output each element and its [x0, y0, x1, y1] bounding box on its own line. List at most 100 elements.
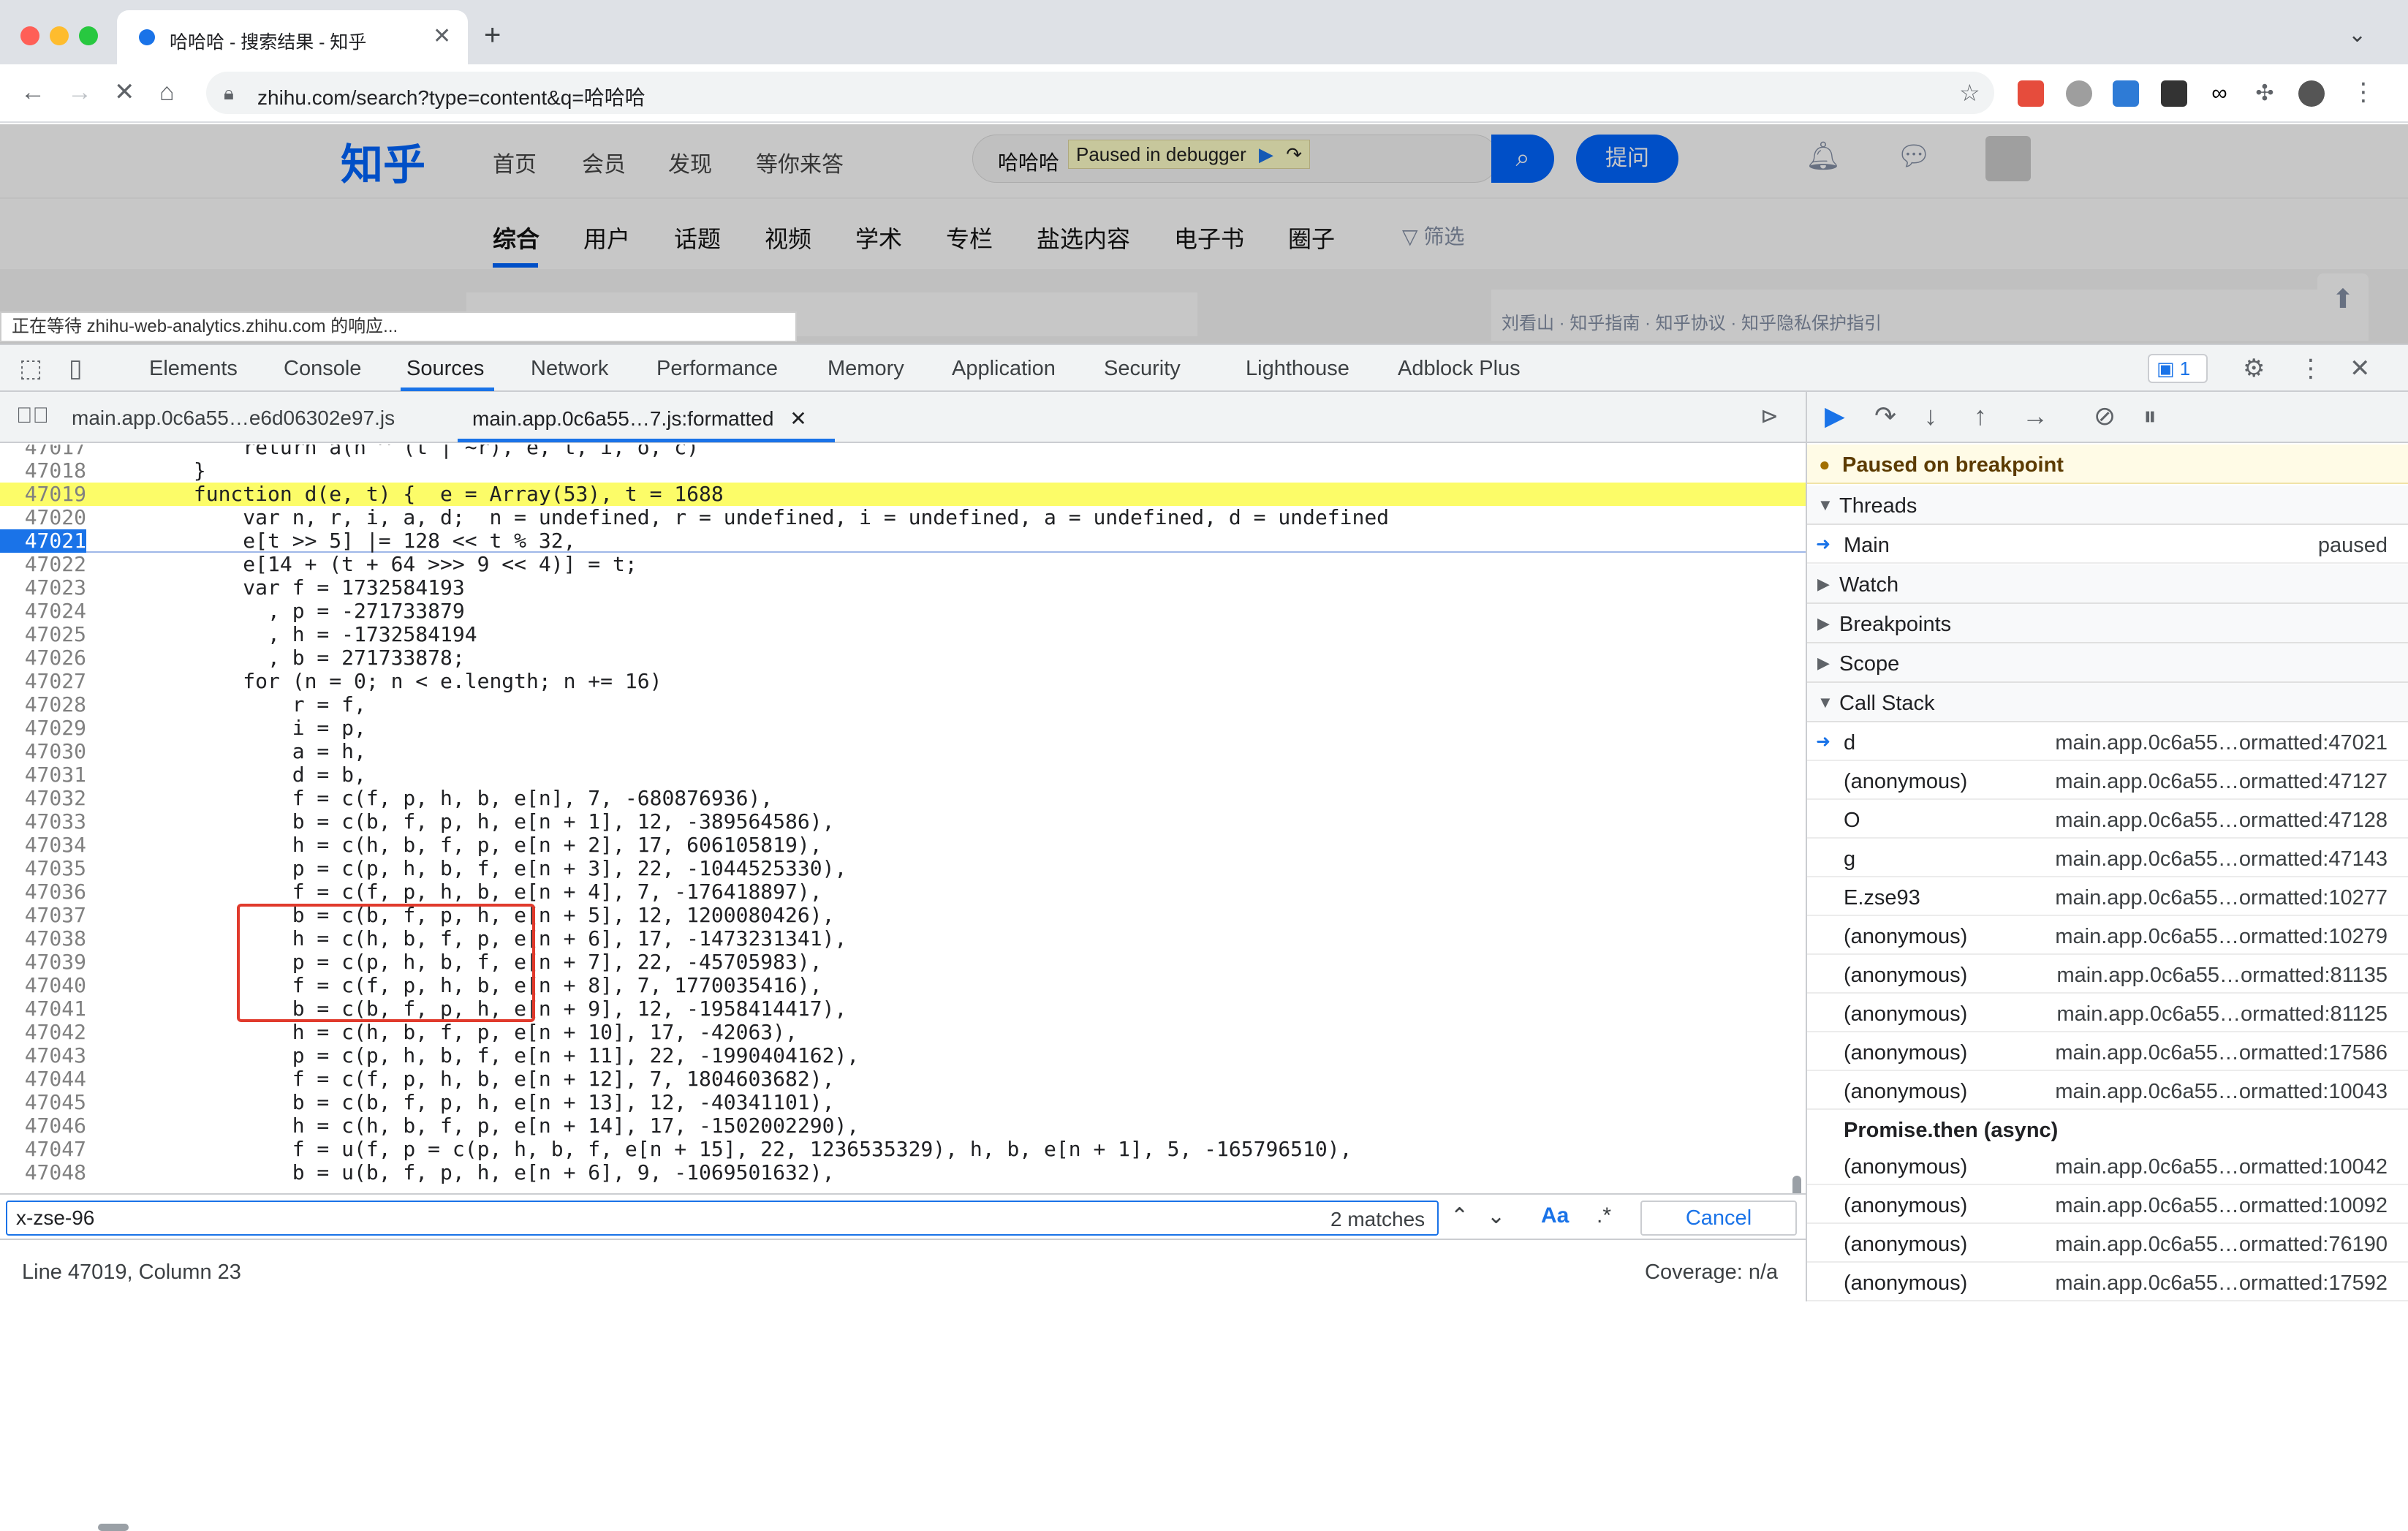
- line-number[interactable]: 47035: [0, 857, 86, 880]
- line-number[interactable]: 47018: [0, 459, 86, 483]
- call-frame-row[interactable]: (anonymous) main.app.0c6a55…ormatted:8112…: [1807, 994, 2408, 1032]
- code-line[interactable]: 47017 return a(n ^ (t | ~r), e, t, i, o,…: [0, 445, 1806, 459]
- coverage-status[interactable]: Coverage: n/a: [1645, 1260, 1778, 1285]
- code-text[interactable]: for (n = 0; n < e.length; n += 16): [95, 670, 662, 693]
- code-text[interactable]: return a(n ^ (t | ~r), e, t, i, o, c): [95, 445, 699, 459]
- issues-badge[interactable]: ▣ 1: [2148, 354, 2208, 383]
- browser-menu-icon[interactable]: ⋮: [2351, 78, 2376, 107]
- call-frame-row[interactable]: (anonymous) main.app.0c6a55…ormatted:1758…: [1807, 1032, 2408, 1071]
- current-execution-line[interactable]: 47021 e[t >> 5] |= 128 << t % 32,: [0, 529, 1806, 553]
- tab-lighthouse[interactable]: Lighthouse: [1246, 357, 1349, 381]
- code-text[interactable]: var f = 1732584193: [95, 576, 464, 600]
- call-stack-section-header[interactable]: ▼ Call Stack: [1807, 683, 2408, 722]
- code-line[interactable]: 47025 , h = -1732584194: [0, 623, 1806, 646]
- code-text[interactable]: b = c(b, f, p, h, e[n + 1], 12, -3895645…: [95, 810, 835, 833]
- line-number[interactable]: 47034: [0, 833, 86, 857]
- call-frame-location[interactable]: main.app.0c6a55…ormatted:10277: [2055, 886, 2388, 910]
- inspect-element-icon[interactable]: ⬚: [19, 354, 42, 383]
- call-frame-row[interactable]: g main.app.0c6a55…ormatted:47143: [1807, 839, 2408, 877]
- line-number[interactable]: 47036: [0, 880, 86, 904]
- line-number[interactable]: 47040: [0, 974, 86, 997]
- breakpoint-function-line[interactable]: 47019 function d(e, t) { e = Array(53), …: [0, 483, 1806, 506]
- code-line[interactable]: 47033 b = c(b, f, p, h, e[n + 1], 12, -3…: [0, 810, 1806, 833]
- line-number[interactable]: 47037: [0, 904, 86, 927]
- call-frame-row[interactable]: Omain.app.0c6a55…ormatted:47128: [1807, 800, 2408, 839]
- call-frame-row[interactable]: (anonymous) main.app.0c6a55…ormatted:4712…: [1807, 761, 2408, 800]
- step-over-icon[interactable]: ↷: [1874, 401, 1896, 431]
- call-frame-location[interactable]: main.app.0c6a55…ormatted:47127: [2055, 770, 2388, 794]
- step-icon[interactable]: →: [2022, 401, 2048, 431]
- line-number[interactable]: 47042: [0, 1021, 86, 1044]
- url-text[interactable]: zhihu.com/search?type=content&q=哈哈哈: [257, 82, 645, 111]
- code-text[interactable]: h = c(h, b, f, p, e[n + 10], 17, -42063)…: [95, 1021, 798, 1044]
- toggle-debugger-sidebar-icon[interactable]: ⊳: [1760, 404, 1779, 429]
- step-out-icon[interactable]: ↑: [1974, 401, 1987, 431]
- line-number[interactable]: 47026: [0, 646, 86, 670]
- bookmark-star-icon[interactable]: ☆: [1959, 79, 1980, 107]
- toggle-navigator-icon[interactable]: ▷⃞: [16, 404, 49, 428]
- call-frame-location[interactable]: main.app.0c6a55…ormatted:10043: [2055, 1080, 2388, 1104]
- line-number[interactable]: 47043: [0, 1044, 86, 1067]
- call-frame-row[interactable]: (anonymous) main.app.0c6a55…ormatted:1004…: [1807, 1146, 2408, 1185]
- link-extension-icon[interactable]: ∞: [2206, 80, 2233, 107]
- threads-section-header[interactable]: ▼ Threads: [1807, 485, 2408, 525]
- tab-network[interactable]: Network: [531, 357, 608, 381]
- previous-match-chevron-icon[interactable]: ⌃: [1450, 1203, 1469, 1229]
- close-devtools-icon[interactable]: ✕: [2350, 354, 2371, 383]
- code-text[interactable]: a = h,: [95, 740, 366, 763]
- code-line[interactable]: 47046 h = c(h, b, f, p, e[n + 14], 17, -…: [0, 1114, 1806, 1138]
- code-line[interactable]: 47023 var f = 1732584193: [0, 576, 1806, 600]
- line-number[interactable]: 47046: [0, 1114, 86, 1138]
- line-number[interactable]: 47039: [0, 950, 86, 974]
- code-line[interactable]: 47042 h = c(h, b, f, p, e[n + 10], 17, -…: [0, 1021, 1806, 1044]
- code-text[interactable]: e[t >> 5] |= 128 << t % 32,: [95, 529, 575, 553]
- editor-horizontal-scrollbar[interactable]: [98, 1524, 129, 1531]
- line-number[interactable]: 47048: [0, 1161, 86, 1184]
- code-text[interactable]: f = c(f, p, h, b, e[n + 12], 7, 18046036…: [95, 1067, 835, 1091]
- line-number[interactable]: 47025: [0, 623, 86, 646]
- file-tab-original[interactable]: main.app.0c6a55…e6d06302e97.js: [72, 407, 395, 430]
- code-text[interactable]: h = c(h, b, f, p, e[n + 2], 17, 60610581…: [95, 833, 822, 857]
- cancel-button[interactable]: Cancel: [1640, 1201, 1797, 1236]
- settings-gear-icon[interactable]: ⚙: [2243, 354, 2265, 383]
- call-frame-row[interactable]: (anonymous) main.app.0c6a55…ormatted:1004…: [1807, 1071, 2408, 1110]
- call-frame-row[interactable]: (anonymous) main.app.0c6a55…ormatted:8113…: [1807, 955, 2408, 994]
- code-text[interactable]: b = c(b, f, p, h, e[n + 13], 12, -403411…: [95, 1091, 835, 1114]
- code-text[interactable]: , p = -271733879: [95, 600, 465, 623]
- call-frame-location[interactable]: main.app.0c6a55…ormatted:10092: [2055, 1194, 2388, 1218]
- regex-toggle[interactable]: .*: [1597, 1203, 1611, 1228]
- line-number[interactable]: 47017: [0, 445, 86, 459]
- call-frame-location[interactable]: main.app.0c6a55…ormatted:76190: [2055, 1233, 2388, 1257]
- code-line[interactable]: 47035 p = c(p, h, b, f, e[n + 3], 22, -1…: [0, 857, 1806, 880]
- line-number[interactable]: 47038: [0, 927, 86, 950]
- line-number[interactable]: 47030: [0, 740, 86, 763]
- address-bar[interactable]: 🔒︎ zhihu.com/search?type=content&q=哈哈哈: [206, 72, 1994, 114]
- code-line[interactable]: 47018 }: [0, 459, 1806, 483]
- code-text[interactable]: p = c(p, h, b, f, e[n + 3], 22, -1044525…: [95, 857, 847, 880]
- maximize-window-icon[interactable]: [79, 26, 98, 45]
- call-frame-location[interactable]: main.app.0c6a55…ormatted:81125: [2057, 1002, 2388, 1027]
- code-text[interactable]: f = c(f, p, h, b, e[n + 4], 7, -17641889…: [95, 880, 822, 904]
- call-frame-location[interactable]: main.app.0c6a55…ormatted:47021: [2055, 731, 2388, 755]
- code-text[interactable]: i = p,: [95, 717, 366, 740]
- code-line[interactable]: 47043 p = c(p, h, b, f, e[n + 11], 22, -…: [0, 1044, 1806, 1067]
- breakpoints-section-header[interactable]: ▶ Breakpoints: [1807, 604, 2408, 643]
- line-number[interactable]: 47023: [0, 576, 86, 600]
- code-line[interactable]: 47029 i = p,: [0, 717, 1806, 740]
- code-text[interactable]: var n, r, i, a, d; n = undefined, r = un…: [95, 506, 1389, 529]
- line-number[interactable]: 47028: [0, 693, 86, 717]
- call-frame-row[interactable]: ➜ d main.app.0c6a55…ormatted:47021: [1807, 722, 2408, 761]
- call-frame-location[interactable]: main.app.0c6a55…ormatted:81135: [2057, 964, 2388, 988]
- home-icon[interactable]: ⌂: [159, 78, 175, 107]
- profile-avatar[interactable]: [2298, 80, 2325, 107]
- extension-icon[interactable]: [2113, 80, 2139, 107]
- call-frame-location[interactable]: main.app.0c6a55…ormatted:17592: [2055, 1271, 2388, 1296]
- close-window-icon[interactable]: [20, 26, 39, 45]
- code-text[interactable]: h = c(h, b, f, p, e[n + 14], 17, -150200…: [95, 1114, 859, 1138]
- thread-row-main[interactable]: ➜ Main paused: [1807, 525, 2408, 564]
- forward-arrow-icon[interactable]: →: [67, 78, 92, 107]
- resume-icon[interactable]: ▶︎: [1825, 401, 1845, 431]
- deactivate-breakpoints-icon[interactable]: ⊘: [2094, 401, 2116, 431]
- call-frame-location[interactable]: main.app.0c6a55…ormatted:47128: [2055, 809, 2388, 833]
- line-number[interactable]: 47033: [0, 810, 86, 833]
